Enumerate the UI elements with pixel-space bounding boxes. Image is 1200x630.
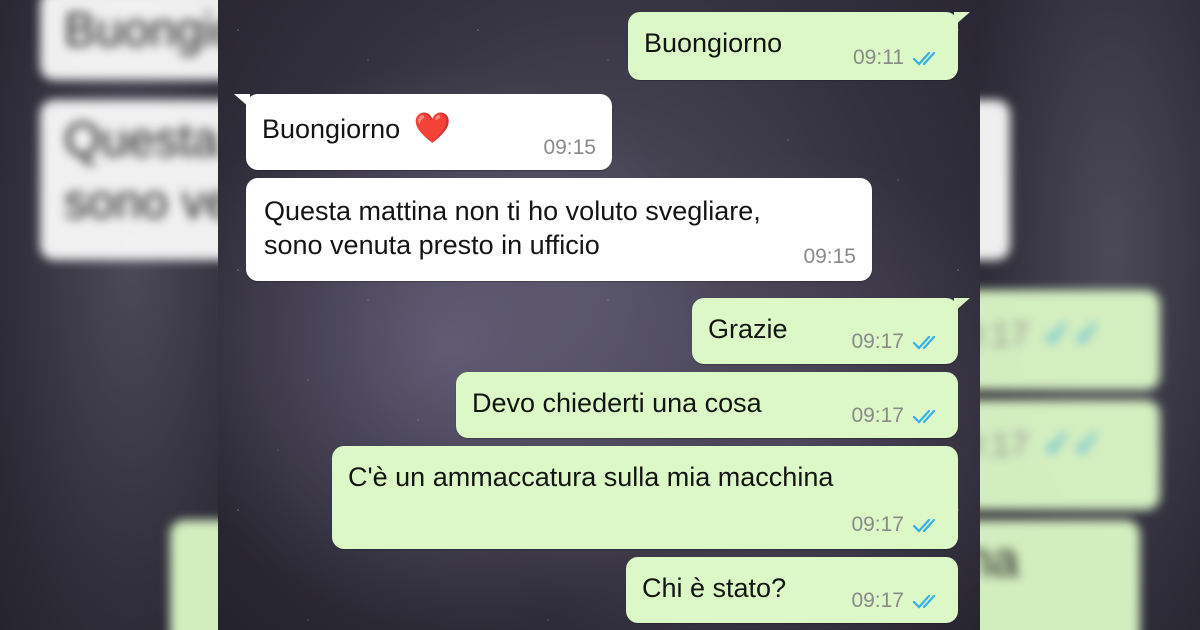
message-text: C'è un ammaccatura sulla mia macchina <box>348 462 834 492</box>
ghost-time: 09:17 <box>980 426 1030 464</box>
message-text-line: Questa mattina non ti ho voluto svegliar… <box>264 196 761 226</box>
message-time: 09:17 <box>851 404 904 427</box>
ghost-bubble: 09:17 ✓✓ <box>980 400 1160 510</box>
ghost-text: Questa <box>64 114 218 167</box>
blurred-background-right: 09:17 ✓✓ 09:17 ✓✓ china <box>980 0 1200 630</box>
message-incoming[interactable]: Buongiorno ❤️ 09:15 <box>234 94 612 170</box>
message-text: Devo chiederti una cosa <box>472 388 762 418</box>
message-outgoing[interactable]: Grazie 09:17 <box>692 298 970 364</box>
ghost-bubble: china <box>980 520 1140 630</box>
message-time: 09:15 <box>803 245 856 268</box>
message-text: Buongiorno <box>644 28 783 58</box>
message-outgoing[interactable]: Devo chiederti una cosa 09:17 <box>456 372 958 438</box>
message-outgoing[interactable]: Buongiorno 09:11 <box>628 12 970 80</box>
chat-conversation[interactable]: Buongiorno 09:11 Buongiorno ❤️ 09:15 Que… <box>218 0 980 630</box>
message-outgoing[interactable]: C'è un ammaccatura sulla mia macchina 09… <box>332 446 958 549</box>
double-check-read-icon <box>912 335 936 350</box>
ghost-text: china <box>980 534 1019 587</box>
message-text: Chi è stato? <box>642 573 787 603</box>
double-check-read-icon <box>912 409 936 424</box>
ghost-text: sono ve <box>64 176 218 230</box>
ghost-bubble <box>170 520 218 630</box>
message-incoming[interactable]: Questa mattina non ti ho voluto svegliar… <box>246 178 872 281</box>
blurred-background-left: Buongio Questa sono ve <box>0 0 218 630</box>
message-text-line: sono venuta presto in ufficio <box>264 230 600 260</box>
message-time: 09:17 <box>851 589 904 612</box>
ghost-bubble: Buongio <box>40 0 218 80</box>
message-text: Grazie <box>708 314 788 344</box>
message-time: 09:15 <box>543 136 596 159</box>
ghost-text: Buongio <box>64 4 218 57</box>
message-time: 09:17 <box>851 330 904 353</box>
ghost-bubble: Questa sono ve <box>40 100 218 260</box>
message-time: 09:11 <box>853 46 904 69</box>
ghost-bubble <box>980 100 1010 260</box>
double-check-read-icon <box>912 51 936 66</box>
double-check-read-icon <box>912 518 936 533</box>
bubble-tail <box>954 12 970 26</box>
message-time: 09:17 <box>851 513 904 536</box>
message-outgoing[interactable]: Chi è stato? 09:17 <box>626 557 958 623</box>
message-text: Buongiorno <box>262 114 401 144</box>
double-check-read-icon <box>912 594 936 609</box>
ghost-tick-icon: ✓✓ <box>1042 423 1103 464</box>
ghost-tick-icon: ✓✓ <box>1042 313 1103 354</box>
bubble-tail <box>234 94 250 108</box>
ghost-bubble: 09:17 ✓✓ <box>980 290 1160 390</box>
ghost-time: 09:17 <box>980 316 1030 354</box>
heart-emoji-icon: ❤️ <box>413 112 451 145</box>
bubble-tail <box>954 298 970 312</box>
